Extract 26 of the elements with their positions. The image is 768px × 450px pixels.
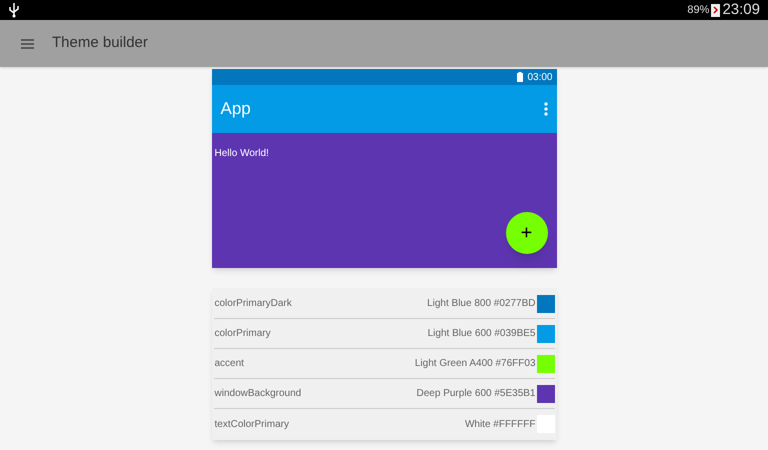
color-value: Light Blue 800 #0277BD (427, 297, 536, 311)
color-value: Deep Purple 600 #5E35B1 (416, 387, 536, 401)
battery-percentage: 89% (687, 2, 710, 18)
app-title: App (220, 98, 252, 120)
color-swatch[interactable] (536, 384, 554, 402)
color-value: Light Green A400 #76FF03 (414, 357, 536, 371)
attribute-name: textColorPrimary (214, 418, 290, 432)
menu-icon[interactable] (21, 38, 34, 48)
color-swatch[interactable] (536, 354, 554, 372)
attribute-name: windowBackground (214, 387, 302, 401)
usb-icon (8, 2, 20, 18)
color-swatch[interactable] (536, 294, 554, 312)
color-swatch[interactable] (536, 324, 554, 342)
color-value: White #FFFFFF (464, 418, 536, 432)
attribute-name: colorPrimary (214, 327, 272, 341)
overflow-menu-icon[interactable] (544, 102, 548, 116)
fab-button[interactable]: + (506, 212, 548, 254)
toolbar-title: Theme builder (52, 33, 148, 54)
preview-clock: 03:00 (527, 70, 552, 84)
attribute-name: accent (214, 357, 245, 371)
color-value: Light Blue 600 #039BE5 (428, 327, 536, 341)
battery-icon (711, 3, 720, 17)
battery-icon (517, 72, 524, 82)
clock: 23:09 (722, 0, 760, 20)
hello-text: Hello World! (214, 148, 269, 159)
attribute-name: colorPrimaryDark (214, 297, 293, 311)
